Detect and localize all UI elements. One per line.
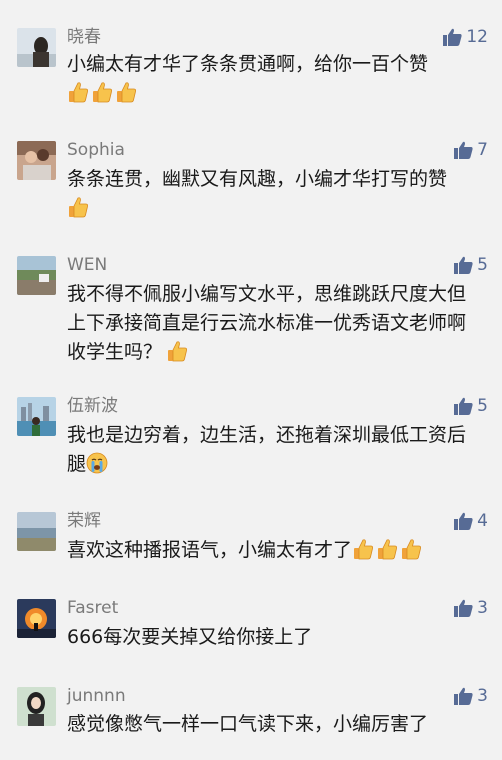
commenter-name[interactable]: 荣辉: [67, 510, 101, 532]
comment-text-content: 感觉像憋气一样一口气读下来，小编厉害了: [67, 713, 429, 735]
avatar[interactable]: [17, 141, 56, 180]
like-button[interactable]: 4: [454, 510, 488, 532]
commenter-name[interactable]: Fasret: [67, 597, 118, 619]
avatar[interactable]: [17, 28, 56, 67]
avatar[interactable]: [17, 599, 56, 638]
like-count: 4: [477, 511, 488, 531]
avatar[interactable]: [17, 687, 56, 726]
thumbs-up-emoji-icon: [376, 538, 398, 560]
thumbs-up-emoji-icon: [166, 340, 188, 362]
like-button[interactable]: 12: [443, 26, 488, 48]
comment-text-content: 我也是边穷着，边生活，还拖着深圳最低工资后腿: [67, 424, 467, 475]
like-count: 7: [477, 140, 488, 160]
like-button[interactable]: 5: [454, 395, 488, 417]
like-count: 12: [466, 27, 488, 47]
like-button[interactable]: 5: [454, 254, 488, 276]
comment-text: 条条连贯，幽默又有风趣，小编才华打写的赞: [67, 165, 479, 223]
thumbs-up-emoji-icon: [400, 538, 422, 560]
thumbs-up-icon: [454, 512, 473, 530]
like-count: 3: [477, 686, 488, 706]
thumbs-up-emoji-icon: [67, 81, 89, 103]
like-count: 3: [477, 598, 488, 618]
commenter-name[interactable]: 伍新波: [67, 395, 118, 417]
thumbs-up-emoji-icon: [115, 81, 137, 103]
thumbs-up-icon: [454, 687, 473, 705]
like-button[interactable]: 7: [454, 139, 488, 161]
thumbs-up-icon: [454, 141, 473, 159]
comment-text: 小编太有才华了条条贯通啊，给你一百个赞: [67, 50, 479, 108]
crying-face-emoji-icon: [86, 452, 108, 474]
like-button[interactable]: 3: [454, 685, 488, 707]
comment-text-content: 小编太有才华了条条贯通啊，给你一百个赞: [67, 53, 429, 75]
comment-text: 666每次要关掉又给你接上了: [67, 623, 479, 652]
avatar[interactable]: [17, 256, 56, 295]
avatar[interactable]: [17, 397, 56, 436]
thumbs-up-icon: [454, 256, 473, 274]
comment-text: 感觉像憋气一样一口气读下来，小编厉害了: [67, 710, 479, 739]
thumbs-up-emoji-icon: [352, 538, 374, 560]
avatar[interactable]: [17, 512, 56, 551]
like-button[interactable]: 3: [454, 597, 488, 619]
thumbs-up-emoji-icon: [67, 196, 89, 218]
commenter-name[interactable]: Sophia: [67, 139, 125, 161]
commenter-name[interactable]: WEN: [67, 254, 107, 276]
thumbs-up-icon: [454, 397, 473, 415]
comment-text: 我也是边穷着，边生活，还拖着深圳最低工资后腿: [67, 421, 479, 479]
thumbs-up-icon: [443, 28, 462, 46]
commenter-name[interactable]: 晓春: [67, 26, 101, 48]
like-count: 5: [477, 396, 488, 416]
thumbs-up-icon: [454, 599, 473, 617]
thumbs-up-emoji-icon: [91, 81, 113, 103]
comment-text-content: 我不得不佩服小编写文水平，思维跳跃尺度大但上下承接简直是行云流水标准一优秀语文老…: [67, 283, 467, 363]
commenter-name[interactable]: junnnn: [67, 685, 126, 707]
comment-text: 喜欢这种播报语气，小编太有才了: [67, 536, 479, 565]
comment-text: 我不得不佩服小编写文水平，思维跳跃尺度大但上下承接简直是行云流水标准一优秀语文老…: [67, 280, 479, 367]
like-count: 5: [477, 255, 488, 275]
comment-text-content: 喜欢这种播报语气，小编太有才了: [67, 539, 353, 561]
comment-text-content: 条条连贯，幽默又有风趣，小编才华打写的赞: [67, 168, 448, 190]
comment-text-content: 666每次要关掉又给你接上了: [67, 626, 313, 648]
